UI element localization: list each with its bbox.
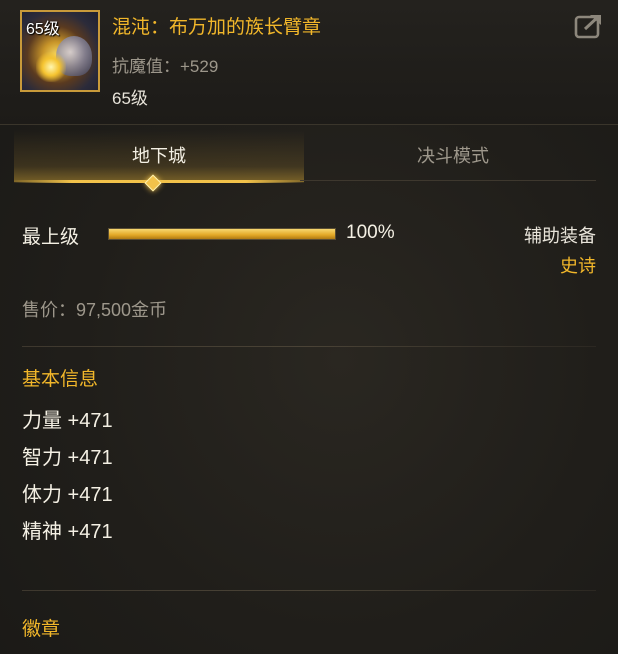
stat-strength: 力量 +471	[22, 410, 113, 432]
stat-spirit: 精神 +471	[22, 521, 113, 543]
item-icon-level: 65级	[26, 21, 60, 38]
item-name: 混沌：布万加的族长臂章	[112, 17, 322, 38]
basic-info-title: 基本信息	[22, 369, 99, 390]
divider	[22, 346, 596, 347]
stat-intelligence: 智力 +471	[22, 447, 113, 469]
item-header: 65级 混沌：布万加的族长臂章 抗魔值：+529 65级	[0, 0, 618, 125]
tab-duel-mode[interactable]: 决斗模式	[308, 130, 598, 182]
grade-label: 最上级	[22, 227, 80, 248]
divider	[22, 590, 596, 591]
mode-tabs: 地下城 决斗模式	[14, 130, 598, 183]
grade-percent: 100%	[346, 222, 395, 243]
slot-type: 辅助装备	[524, 226, 596, 246]
required-level: 65级	[112, 89, 148, 108]
grade-progress-fill	[109, 229, 335, 239]
sell-price: 售价：97,500金币	[22, 300, 168, 320]
share-icon	[574, 14, 601, 39]
emblem-title: 徽章	[22, 619, 61, 640]
rarity-label: 史诗	[560, 256, 596, 276]
glow-art	[36, 52, 66, 82]
item-tooltip-panel: 65级 混沌：布万加的族长臂章 抗魔值：+529 65级 地下城 决斗模式 最上…	[0, 0, 618, 654]
magic-resist-value: 抗魔值：+529	[112, 57, 219, 76]
grade-progress-bar	[108, 228, 336, 240]
tab-dungeon[interactable]: 地下城	[14, 130, 304, 183]
share-button[interactable]	[574, 12, 604, 40]
item-icon: 65级	[20, 10, 100, 92]
tab-divider	[300, 180, 596, 181]
stat-vitality: 体力 +471	[22, 484, 113, 506]
